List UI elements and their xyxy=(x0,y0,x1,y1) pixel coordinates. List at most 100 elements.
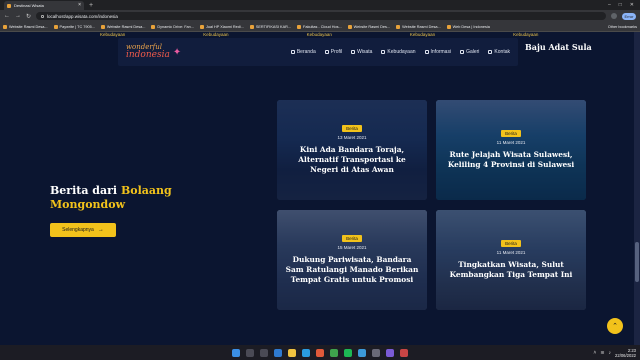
bookmark-item[interactable]: Dynamic Drive: Fan... xyxy=(151,24,194,29)
bookmark-icon xyxy=(396,24,401,29)
start-icon[interactable] xyxy=(232,348,240,357)
garuda-bird-icon: ✦ xyxy=(172,46,182,58)
bookmark-icon xyxy=(347,24,352,29)
new-tab-button[interactable]: + xyxy=(89,1,93,10)
bookmark-item[interactable]: Website Rasmi Des... xyxy=(347,24,390,29)
url-text: localhost/app.wisata.com/indonesia xyxy=(47,13,118,19)
phone-icon xyxy=(488,50,493,54)
tab-title: Destinasi Wisata xyxy=(14,3,44,8)
category-badge: Berita xyxy=(342,235,362,242)
section-title: Berita dari Bolaang Mongondow xyxy=(50,184,172,211)
app-icon[interactable] xyxy=(372,348,380,357)
bookmark-icon xyxy=(446,24,451,29)
browser-tab-bar: Destinasi Wisata × + – □ ✕ xyxy=(0,0,640,10)
bookmark-item[interactable]: Web Desa | Indonesia xyxy=(446,24,490,29)
bookmark-icon xyxy=(53,24,58,29)
card-title[interactable]: Kini Ada Bandara Toraja, Alternatif Tran… xyxy=(285,145,419,175)
category-badge: Berita xyxy=(342,125,362,132)
app-icon[interactable] xyxy=(400,348,408,357)
more-button[interactable]: Selengkapnya → xyxy=(50,223,116,237)
news-card[interactable]: Berita 11 Maret 2021 Tingkatkan Wisata, … xyxy=(436,210,586,310)
bookmark-item[interactable]: SERTIFIKASI KAR... xyxy=(249,24,291,29)
wifi-icon[interactable]: ≋ xyxy=(600,350,604,356)
menu-item-kebudayaan[interactable]: Kebudayaan xyxy=(381,49,416,55)
bookmark-item[interactable]: Website Rasmi Desa... xyxy=(100,24,145,29)
bookmark-icon xyxy=(199,24,204,29)
news-card[interactable]: Berita 11 Maret 2021 Rute Jelajah Wisata… xyxy=(436,100,586,200)
menu-item-kontak[interactable]: Kontak xyxy=(488,49,510,55)
chrome-icon[interactable] xyxy=(330,348,338,357)
system-tray: ˄ ≋ ♪ 2:23 22/06/2022 xyxy=(593,345,636,360)
chevron-up-icon[interactable]: ˄ xyxy=(593,350,596,356)
card-title[interactable]: Rute Jelajah Wisata Sulawesi, Keliling 4… xyxy=(444,150,578,170)
bookmark-item[interactable]: Website Rasmi Desa... xyxy=(396,24,441,29)
scroll-to-top-button[interactable]: ⌃ xyxy=(607,318,623,334)
browser-tab[interactable]: Destinasi Wisata × xyxy=(4,1,84,10)
app-icon[interactable] xyxy=(386,348,394,357)
bookmark-icon xyxy=(3,24,7,29)
home-icon xyxy=(290,50,295,54)
vscode-icon[interactable] xyxy=(358,348,366,357)
profile-icon xyxy=(324,50,329,54)
arrow-right-icon: → xyxy=(97,227,104,233)
news-card[interactable]: Berita 13 Maret 2021 Kini Ada Bandara To… xyxy=(277,100,427,200)
reload-icon[interactable]: ↻ xyxy=(26,13,31,20)
menu-item-informasi[interactable]: Informasi xyxy=(424,49,451,55)
menu-item-beranda[interactable]: Beranda xyxy=(290,49,316,55)
category-badge: Berita xyxy=(501,240,521,247)
other-bookmarks[interactable]: Other bookmarks xyxy=(608,25,637,29)
menu-item-wisata[interactable]: Wisata xyxy=(351,49,372,55)
widgets-icon[interactable] xyxy=(274,348,282,357)
page-content: Kebudayaan Kebudayaan Kebudayaan Kebuday… xyxy=(0,32,640,345)
clock[interactable]: 2:23 22/06/2022 xyxy=(615,348,636,358)
minimize-icon[interactable]: – xyxy=(608,0,611,10)
close-window-icon[interactable]: ✕ xyxy=(630,0,634,10)
spotify-icon[interactable] xyxy=(344,348,352,357)
card-title[interactable]: Tingkatkan Wisata, Sulut Kembangkan Tiga… xyxy=(444,260,578,280)
scrollbar-thumb[interactable] xyxy=(635,242,639,282)
bookmark-item[interactable]: Fakultas - Cloud Hos... xyxy=(297,24,342,29)
card-date: 11 Maret 2021 xyxy=(496,140,526,145)
window-controls: – □ ✕ xyxy=(608,0,640,10)
url-bar[interactable]: localhost/app.wisata.com/indonesia xyxy=(36,12,606,20)
culture-icon xyxy=(381,50,386,54)
bookmarks-bar: Website Rasmi Desa... Paywrite | TC 7905… xyxy=(0,22,640,32)
maximize-icon[interactable]: □ xyxy=(619,0,622,10)
page-scrollbar[interactable] xyxy=(634,32,640,345)
bookmark-item[interactable]: Website Rasmi Desa... xyxy=(3,24,48,29)
file-explorer-icon[interactable] xyxy=(288,348,296,357)
card-title[interactable]: Dukung Pariwisata, Bandara Sam Ratulangi… xyxy=(285,255,419,285)
chevron-up-icon: ⌃ xyxy=(612,323,618,330)
forward-icon[interactable]: → xyxy=(15,13,21,19)
firefox-icon[interactable] xyxy=(316,348,324,357)
map-icon xyxy=(351,50,356,54)
bookmark-icon xyxy=(297,24,302,29)
bookmark-item[interactable]: Paywrite | TC 7905... xyxy=(53,24,95,29)
info-icon xyxy=(424,50,429,54)
category-link[interactable]: Kebudayaan xyxy=(513,32,538,38)
extension-icon[interactable] xyxy=(611,13,617,19)
profile-button[interactable]: Error xyxy=(622,12,636,20)
bookmark-icon xyxy=(249,24,254,29)
site-navbar: wonderful indonesia ✦ Beranda Profil Wis… xyxy=(118,38,518,66)
address-toolbar: ← → ↻ localhost/app.wisata.com/indonesia… xyxy=(0,10,640,22)
card-date: 13 Maret 2021 xyxy=(337,135,367,140)
search-icon[interactable] xyxy=(246,348,254,357)
edge-icon[interactable] xyxy=(302,348,310,357)
task-view-icon[interactable] xyxy=(260,348,268,357)
bookmark-icon xyxy=(100,24,105,29)
card-date: 15 Maret 2021 xyxy=(337,245,367,250)
site-logo[interactable]: wonderful indonesia xyxy=(126,44,170,60)
site-favicon-icon xyxy=(7,3,11,8)
bookmark-icon xyxy=(151,24,156,29)
close-tab-icon[interactable]: × xyxy=(78,3,81,8)
news-card[interactable]: Berita 15 Maret 2021 Dukung Pariwisata, … xyxy=(277,210,427,310)
volume-icon[interactable]: ♪ xyxy=(609,350,612,356)
main-menu: Beranda Profil Wisata Kebudayaan Informa… xyxy=(290,49,510,55)
menu-item-profil[interactable]: Profil xyxy=(324,49,342,55)
background-caption: Baju Adat Sula xyxy=(525,42,592,52)
menu-item-galeri[interactable]: Galeri xyxy=(460,49,479,55)
card-date: 11 Maret 2021 xyxy=(496,250,526,255)
bookmark-item[interactable]: Jual HP Xiaomi Redi... xyxy=(199,24,244,29)
back-icon[interactable]: ← xyxy=(4,13,10,19)
